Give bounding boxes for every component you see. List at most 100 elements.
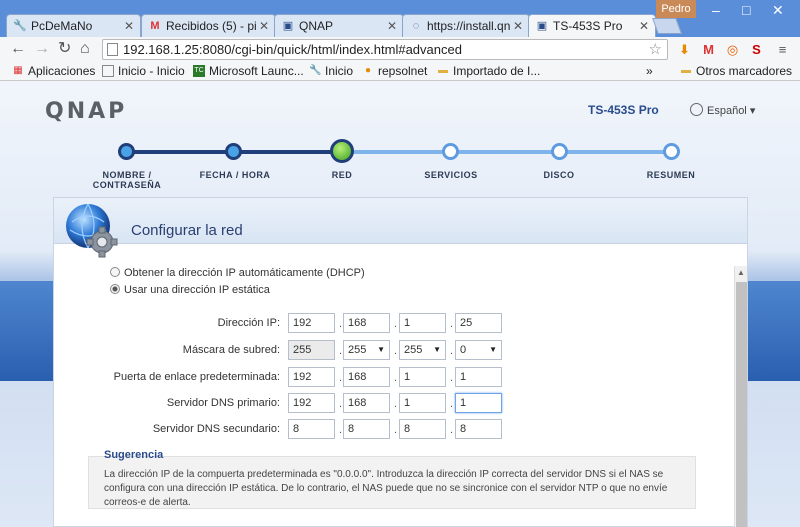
close-icon[interactable]: ✕ <box>387 15 397 37</box>
bookmark-repsolnet[interactable]: ● repsolnet <box>362 63 427 79</box>
mask-octet-1: 255 <box>288 340 335 360</box>
wizard-track-pending <box>342 150 672 154</box>
close-window-icon[interactable]: ✕ <box>772 2 784 19</box>
network-config-panel: Configurar la red Obtener la dirección I… <box>53 197 748 527</box>
mask-octet-4-value: 0 <box>460 344 467 356</box>
bookmark-label: Otros marcadores <box>696 64 793 78</box>
menu-icon[interactable]: ≡ <box>774 41 791 58</box>
extension-s-icon[interactable]: S <box>748 41 765 58</box>
extension-download-icon[interactable]: ⬇ <box>676 41 693 58</box>
dns1-octet-4[interactable]: 1 <box>455 393 502 413</box>
home-icon[interactable]: ⌂ <box>80 40 90 58</box>
mask-octet-2-select[interactable]: 255 ▼ <box>343 340 390 360</box>
ip-octet-4[interactable]: 25 <box>455 313 502 333</box>
bookmark-microsoft[interactable]: TC Microsoft Launc... <box>193 63 304 79</box>
bookmark-label: Inicio - Inicio <box>118 64 185 78</box>
panel-title: Configurar la red <box>131 222 243 239</box>
mask-octet-2-value: 255 <box>348 344 367 356</box>
close-icon[interactable]: ✕ <box>259 15 269 37</box>
more-bookmarks-button[interactable]: » <box>646 63 653 79</box>
ip-octet-3[interactable]: 1 <box>399 313 446 333</box>
wrench-icon: 🔧 <box>309 65 322 76</box>
bookmark-inicio[interactable]: 🔧 Inicio <box>309 63 353 79</box>
chevron-down-icon: ▼ <box>377 345 385 354</box>
maximize-icon[interactable]: □ <box>742 2 750 18</box>
ip-octet-2[interactable]: 168 <box>343 313 390 333</box>
tab-qnap[interactable]: ▣ QNAP ✕ <box>274 14 404 37</box>
reload-icon[interactable]: ↻ <box>58 40 71 58</box>
repsol-icon: ● <box>364 65 372 76</box>
ip-address-label: Dirección IP: <box>217 317 280 329</box>
octet-separator: . <box>450 345 454 357</box>
tab-recibidos[interactable]: M Recibidos (5) - pi ✕ <box>141 14 276 37</box>
ip-octet-1[interactable]: 192 <box>288 313 335 333</box>
tab-pcdemano[interactable]: 🔧 PcDeMaNo ✕ <box>6 14 141 37</box>
dns1-octet-3[interactable]: 1 <box>399 393 446 413</box>
gateway-octet-2[interactable]: 168 <box>343 367 390 387</box>
mask-octet-4-select[interactable]: 0 ▼ <box>455 340 502 360</box>
bookmark-importado[interactable]: ▬ Importado de I... <box>437 63 540 79</box>
bookmark-label: repsolnet <box>378 64 428 78</box>
forward-icon[interactable]: → <box>34 40 50 58</box>
step-dot-fecha <box>225 143 242 160</box>
dhcp-option[interactable]: Obtener la dirección IP automáticamente … <box>110 267 365 279</box>
back-icon[interactable]: ← <box>10 40 26 58</box>
gateway-octet-3[interactable]: 1 <box>399 367 446 387</box>
dns-primary-label: Servidor DNS primario: <box>166 397 280 409</box>
language-selector[interactable]: Español ▾ <box>690 103 755 117</box>
gateway-label: Puerta de enlace predeterminada: <box>113 371 280 383</box>
dns2-octet-4[interactable]: 8 <box>455 419 502 439</box>
step-dot-servicios <box>442 143 459 160</box>
dns1-octet-1[interactable]: 192 <box>288 393 335 413</box>
language-label: Español <box>707 105 747 117</box>
loading-icon: ◌ <box>412 20 420 32</box>
hint-title: Sugerencia <box>104 449 164 461</box>
bookmark-otros-marcadores[interactable]: ▬ Otros marcadores <box>680 63 792 79</box>
hint-text: La dirección IP de la compuerta predeter… <box>104 469 668 508</box>
tc-icon: TC <box>193 65 205 77</box>
bookmark-aplicaciones[interactable]: ▦ Aplicaciones <box>12 63 95 79</box>
close-icon[interactable]: ✕ <box>124 15 134 37</box>
folder-icon: ▬ <box>681 65 691 76</box>
tab-install[interactable]: ◌ https://install.qn ✕ <box>402 14 530 37</box>
octet-separator: . <box>394 345 398 357</box>
profile-button[interactable]: Pedro <box>656 0 696 18</box>
tab-label: TS-453S Pro <box>553 19 623 33</box>
dhcp-radio[interactable] <box>110 267 120 277</box>
octet-separator: . <box>394 372 398 384</box>
gateway-octet-1[interactable]: 192 <box>288 367 335 387</box>
gateway-octet-4[interactable]: 1 <box>455 367 502 387</box>
minimize-icon[interactable]: – <box>712 2 720 18</box>
tab-ts453s[interactable]: ▣ TS-453S Pro ✕ <box>528 14 656 37</box>
octet-separator: . <box>450 398 454 410</box>
dhcp-label: Obtener la dirección IP automáticamente … <box>124 267 365 279</box>
dns2-octet-1[interactable]: 8 <box>288 419 335 439</box>
octet-separator: . <box>339 372 343 384</box>
extension-circle-icon[interactable]: ◎ <box>724 41 741 58</box>
folder-icon: ▬ <box>438 65 448 76</box>
scroll-up-icon[interactable]: ▲ <box>737 268 745 277</box>
octet-separator: . <box>339 345 343 357</box>
dns1-octet-2[interactable]: 168 <box>343 393 390 413</box>
bookmark-label: Inicio <box>325 64 354 78</box>
step-label-disco: DISCO <box>543 170 575 180</box>
scrollbar-thumb[interactable] <box>736 282 747 527</box>
step-dot-nombre <box>118 143 135 160</box>
close-icon[interactable]: ✕ <box>639 15 649 37</box>
close-icon[interactable]: ✕ <box>513 15 523 37</box>
step-dot-resumen <box>663 143 680 160</box>
bookmark-inicio-inicio[interactable]: Inicio - Inicio <box>102 63 185 79</box>
dns2-octet-2[interactable]: 8 <box>343 419 390 439</box>
dns2-octet-3[interactable]: 8 <box>399 419 446 439</box>
panel-scrollbar[interactable]: ▲ <box>734 266 747 527</box>
tab-label: PcDeMaNo <box>31 19 93 33</box>
octet-separator: . <box>394 318 398 330</box>
bookmark-star-icon[interactable]: ☆ <box>649 40 662 59</box>
new-tab-button[interactable] <box>652 18 682 34</box>
static-ip-option[interactable]: Usar una dirección IP estática <box>110 284 270 296</box>
address-bar[interactable]: 192.168.1.25:8080/cgi-bin/quick/html/ind… <box>102 39 668 60</box>
static-ip-radio[interactable] <box>110 284 120 294</box>
static-ip-label: Usar una dirección IP estática <box>124 284 270 296</box>
mask-octet-3-select[interactable]: 255 ▼ <box>399 340 446 360</box>
extension-gmail-icon[interactable]: M <box>700 41 717 58</box>
